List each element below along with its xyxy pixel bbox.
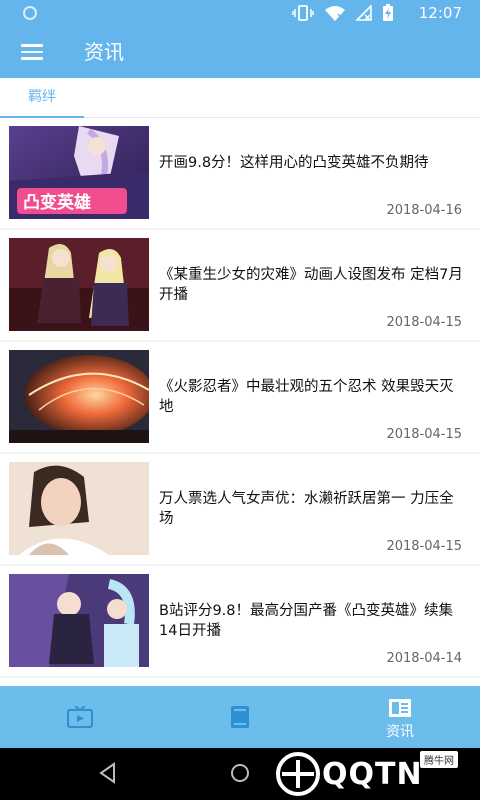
- camera-notch-icon: [23, 6, 37, 20]
- news-date: 2018-04-15: [386, 427, 462, 442]
- tab-strip: 羁绊: [0, 78, 480, 118]
- news-thumbnail: 凸变英雄: [9, 126, 149, 219]
- news-date: 2018-04-15: [386, 315, 462, 330]
- news-thumbnail: [9, 238, 149, 331]
- battery-charging-icon: [383, 4, 393, 21]
- book-icon: [231, 706, 249, 728]
- news-item[interactable]: B站评分9.8！最高分国产番《凸变英雄》续集14日开播 2018-04-14: [0, 566, 480, 676]
- news-title: 《某重生少女的灾难》动画人设图发布 定档7月开播: [159, 267, 463, 303]
- news-title: 开画9.8分！这样用心的凸变英雄不负期待: [159, 155, 429, 171]
- page-title: 资讯: [84, 40, 124, 64]
- watermark-badge: 腾牛网: [420, 751, 458, 768]
- news-thumbnail: [9, 350, 149, 443]
- vibrate-icon: [292, 5, 314, 21]
- watermark-text: QQTN: [322, 757, 423, 792]
- news-date: 2018-04-16: [386, 203, 462, 218]
- news-date: 2018-04-14: [386, 651, 462, 666]
- news-item[interactable]: [0, 678, 480, 686]
- back-icon[interactable]: [98, 762, 118, 784]
- news-thumbnail: [9, 574, 149, 667]
- nav-news[interactable]: 资讯: [320, 686, 480, 748]
- news-item[interactable]: 万人票选人气女声优：水濑祈跃居第一 力压全场 2018-04-15: [0, 454, 480, 564]
- nav-tv[interactable]: [0, 686, 160, 748]
- news-title: B站评分9.8！最高分国产番《凸变英雄》续集14日开播: [159, 603, 454, 639]
- news-item[interactable]: 《某重生少女的灾难》动画人设图发布 定档7月开播 2018-04-15: [0, 230, 480, 340]
- news-date: 2018-04-15: [386, 539, 462, 554]
- menu-icon[interactable]: [21, 41, 45, 63]
- thumbnail-logo-text: 凸变英雄: [23, 192, 91, 213]
- news-title: 万人票选人气女声优：水濑祈跃居第一 力压全场: [159, 491, 454, 527]
- status-time: 12:07: [418, 4, 462, 22]
- news-title: 《火影忍者》中最壮观的五个忍术 效果毁天灭地: [159, 379, 454, 415]
- news-item[interactable]: 凸变英雄 开画9.8分！这样用心的凸变英雄不负期待 2018-04-16: [0, 118, 480, 228]
- bottom-nav: 资讯: [0, 686, 480, 748]
- news-list[interactable]: 凸变英雄 开画9.8分！这样用心的凸变英雄不负期待 2018-04-16 《某重…: [0, 118, 480, 686]
- tab-jiban[interactable]: 羁绊: [0, 78, 84, 118]
- wifi-icon: [325, 6, 345, 21]
- news-icon: [389, 699, 411, 717]
- nav-news-label: 资讯: [386, 724, 414, 740]
- news-thumbnail: [9, 462, 149, 555]
- nav-book[interactable]: [160, 686, 320, 748]
- tv-icon: [67, 706, 93, 728]
- signal-off-icon: [356, 5, 372, 21]
- home-icon[interactable]: [229, 762, 251, 784]
- tab-label: 羁绊: [28, 89, 56, 105]
- news-item[interactable]: 《火影忍者》中最壮观的五个忍术 效果毁天灭地 2018-04-15: [0, 342, 480, 452]
- status-bar: 12:07: [0, 0, 480, 26]
- app-bar: 资讯: [0, 26, 480, 78]
- status-icons: [292, 4, 394, 22]
